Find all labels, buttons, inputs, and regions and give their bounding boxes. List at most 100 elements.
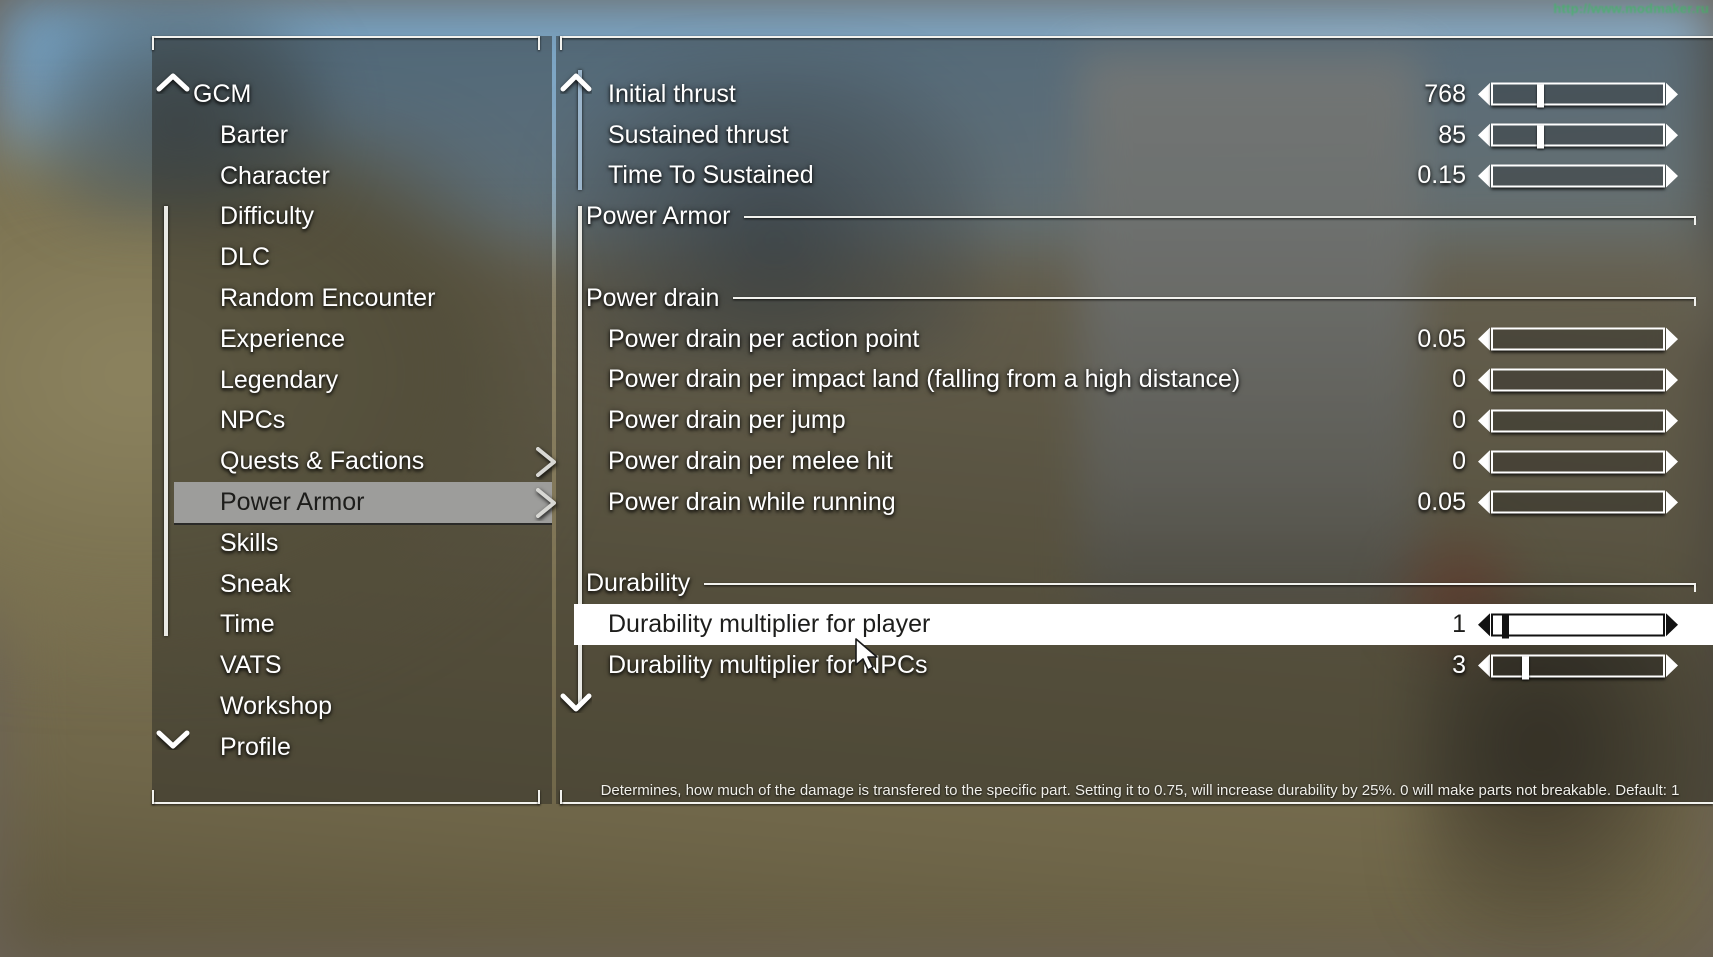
setting-value: 85 bbox=[1438, 120, 1466, 149]
setting-row[interactable]: Power drain per action point 0.05 bbox=[556, 319, 1696, 360]
slider-decrease-arrow-icon[interactable] bbox=[1478, 123, 1490, 147]
sidebar-item-profile[interactable]: Profile bbox=[152, 727, 552, 768]
setting-slider[interactable] bbox=[1478, 654, 1678, 680]
section-header-durability: Durability bbox=[556, 564, 1696, 605]
slider-track[interactable] bbox=[1491, 327, 1665, 351]
slider-track[interactable] bbox=[1491, 82, 1665, 108]
sidebar-item-experience[interactable]: Experience bbox=[152, 319, 552, 360]
sidebar-item-label: Time bbox=[220, 610, 275, 639]
setting-row[interactable]: Durability multiplier for NPCs 3 bbox=[556, 645, 1696, 686]
setting-label: Power drain while running bbox=[608, 487, 896, 516]
setting-slider[interactable] bbox=[1478, 490, 1678, 514]
slider-track[interactable] bbox=[1491, 613, 1665, 639]
slider-decrease-arrow-icon[interactable] bbox=[1478, 82, 1490, 106]
slider-increase-arrow-icon[interactable] bbox=[1666, 123, 1678, 147]
slider-increase-arrow-icon[interactable] bbox=[1666, 490, 1678, 514]
setting-slider[interactable] bbox=[1478, 123, 1678, 149]
slider-increase-arrow-icon[interactable] bbox=[1666, 327, 1678, 351]
setting-label: Time To Sustained bbox=[608, 161, 814, 190]
setting-value: 0.05 bbox=[1417, 487, 1466, 516]
section-header-power-armor: Power Armor bbox=[556, 196, 1696, 237]
slider-thumb[interactable] bbox=[1521, 656, 1529, 680]
sidebar-item-label: Workshop bbox=[220, 691, 333, 720]
settings-category-sidebar[interactable]: GCM Barter Character Difficulty DLC Random En… bbox=[152, 36, 556, 804]
slider-track[interactable] bbox=[1491, 409, 1665, 433]
setting-row[interactable]: Power drain while running 0.05 bbox=[556, 482, 1696, 523]
setting-row[interactable]: Sustained thrust 85 bbox=[556, 115, 1696, 156]
sidebar-item-legendary[interactable]: Legendary bbox=[152, 360, 552, 401]
slider-increase-arrow-icon[interactable] bbox=[1666, 368, 1678, 392]
slider-increase-arrow-icon[interactable] bbox=[1666, 409, 1678, 433]
sidebar-item-label: Quests & Factions bbox=[220, 447, 425, 476]
main-scroll-up-icon[interactable] bbox=[560, 72, 592, 94]
slider-thumb[interactable] bbox=[1501, 615, 1509, 639]
sidebar-item-npcs[interactable]: NPCs bbox=[152, 400, 552, 441]
setting-slider[interactable] bbox=[1478, 164, 1678, 188]
sidebar-item-skills[interactable]: Skills bbox=[152, 523, 552, 564]
sidebar-item-gcm[interactable]: GCM bbox=[152, 74, 552, 115]
setting-row[interactable]: Power drain per impact land (falling fro… bbox=[556, 360, 1696, 401]
slider-decrease-arrow-icon[interactable] bbox=[1478, 368, 1490, 392]
setting-slider[interactable] bbox=[1478, 368, 1678, 392]
setting-slider[interactable] bbox=[1478, 409, 1678, 433]
slider-track[interactable] bbox=[1491, 490, 1665, 514]
settings-detail-panel[interactable]: Initial thrust 768 Sustained thrust 85 Time … bbox=[556, 36, 1713, 804]
setting-slider[interactable] bbox=[1478, 327, 1678, 351]
setting-value: 0.05 bbox=[1417, 324, 1466, 353]
setting-slider[interactable] bbox=[1478, 82, 1678, 108]
setting-row[interactable]: Initial thrust 768 bbox=[556, 74, 1696, 115]
slider-decrease-arrow-icon[interactable] bbox=[1478, 409, 1490, 433]
sidebar-item-random-encounter[interactable]: Random Encounter bbox=[152, 278, 552, 319]
setting-row[interactable]: Time To Sustained 0.15 bbox=[556, 156, 1696, 197]
slider-decrease-arrow-icon[interactable] bbox=[1478, 164, 1490, 188]
sidebar-item-sneak[interactable]: Sneak bbox=[152, 564, 552, 605]
slider-track[interactable] bbox=[1491, 123, 1665, 149]
setting-slider[interactable] bbox=[1478, 613, 1678, 639]
setting-slider[interactable] bbox=[1478, 450, 1678, 474]
main-scroll-down-icon[interactable] bbox=[560, 691, 592, 713]
slider-thumb[interactable] bbox=[1537, 125, 1545, 149]
setting-row[interactable]: Power drain per melee hit 0 bbox=[556, 441, 1696, 482]
slider-decrease-arrow-icon[interactable] bbox=[1478, 490, 1490, 514]
setting-label: Power drain per melee hit bbox=[608, 447, 893, 476]
setting-row[interactable]: Durability multiplier for player 1 bbox=[556, 604, 1713, 646]
section-header-power-drain: Power drain bbox=[556, 278, 1696, 319]
setting-value: 0.15 bbox=[1417, 161, 1466, 190]
sidebar-item-character[interactable]: Character bbox=[152, 156, 552, 197]
slider-decrease-arrow-icon[interactable] bbox=[1478, 613, 1490, 637]
sidebar-item-workshop[interactable]: Workshop bbox=[152, 686, 552, 727]
slider-decrease-arrow-icon[interactable] bbox=[1478, 450, 1490, 474]
setting-label: Power drain per jump bbox=[608, 406, 846, 435]
sidebar-scroll-down-icon[interactable] bbox=[156, 728, 190, 750]
slider-track[interactable] bbox=[1491, 164, 1665, 188]
slider-track[interactable] bbox=[1491, 368, 1665, 392]
sidebar-scroll-up-icon[interactable] bbox=[156, 72, 190, 94]
slider-track[interactable] bbox=[1491, 450, 1665, 474]
slider-thumb[interactable] bbox=[1537, 84, 1545, 108]
slider-increase-arrow-icon[interactable] bbox=[1666, 613, 1678, 637]
slider-increase-arrow-icon[interactable] bbox=[1666, 82, 1678, 106]
slider-increase-arrow-icon[interactable] bbox=[1666, 164, 1678, 188]
sidebar-item-list: GCM Barter Character Difficulty DLC Random En… bbox=[152, 74, 556, 768]
slider-increase-arrow-icon[interactable] bbox=[1666, 450, 1678, 474]
sidebar-item-time[interactable]: Time bbox=[152, 604, 552, 645]
sidebar-item-label: Sneak bbox=[220, 569, 291, 598]
slider-decrease-arrow-icon[interactable] bbox=[1478, 654, 1490, 678]
setting-value: 0 bbox=[1452, 447, 1466, 476]
mouse-pointer-icon bbox=[855, 638, 878, 671]
setting-row[interactable]: Power drain per jump 0 bbox=[556, 400, 1696, 441]
sidebar-item-vats[interactable]: VATS bbox=[152, 645, 552, 686]
slider-track[interactable] bbox=[1491, 654, 1665, 680]
sidebar-item-difficulty[interactable]: Difficulty bbox=[152, 196, 552, 237]
slider-increase-arrow-icon[interactable] bbox=[1666, 654, 1678, 678]
sidebar-item-quests-factions[interactable]: Quests & Factions bbox=[152, 441, 556, 482]
sidebar-item-label: Difficulty bbox=[220, 202, 315, 231]
sidebar-item-label: Legendary bbox=[220, 365, 339, 394]
sidebar-item-dlc[interactable]: DLC bbox=[152, 237, 552, 278]
row-spacer bbox=[556, 237, 1696, 278]
sidebar-item-barter[interactable]: Barter bbox=[152, 115, 552, 156]
sidebar-item-power-armor[interactable]: Power Armor bbox=[152, 481, 556, 525]
setting-label: Power drain per impact land (falling fro… bbox=[608, 365, 1241, 394]
slider-decrease-arrow-icon[interactable] bbox=[1478, 327, 1490, 351]
settings-row-list: Initial thrust 768 Sustained thrust 85 Time … bbox=[556, 74, 1713, 686]
